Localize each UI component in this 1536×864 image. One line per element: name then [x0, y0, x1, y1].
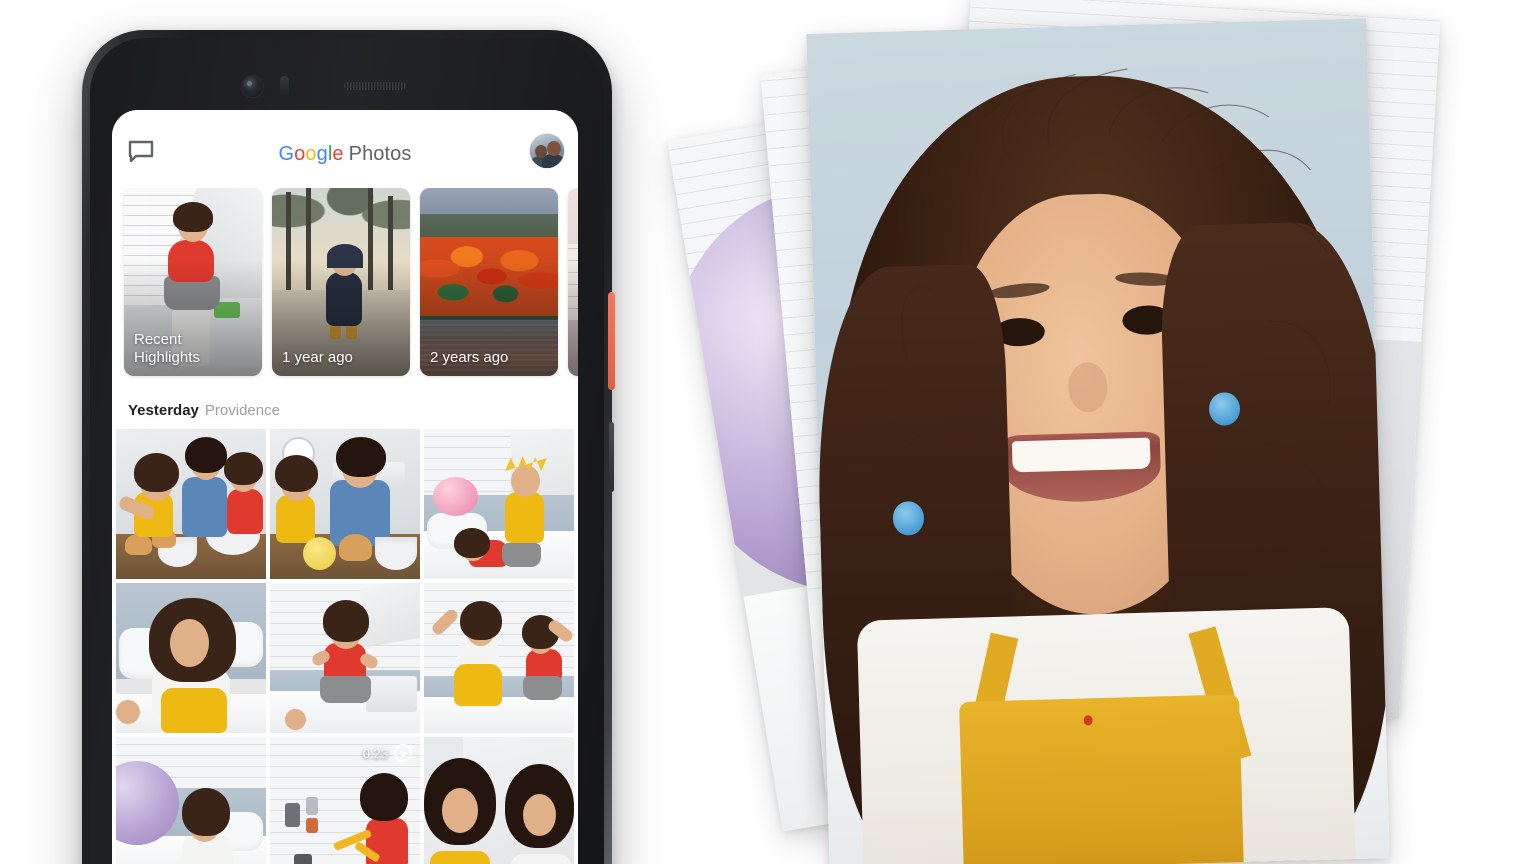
photo-thumbnail [424, 583, 574, 733]
photo-grid-item-two-girls-jumping[interactable] [424, 583, 574, 733]
earpiece-speaker-icon [344, 82, 406, 90]
phone-screen: Google Photos Recent Highlights 1 year a… [112, 110, 578, 864]
hair-clip-icon [892, 501, 925, 536]
logo-letter-g2: g [316, 143, 328, 165]
memory-card-2-years-ago[interactable]: 2 years ago [420, 188, 558, 376]
volume-button[interactable] [609, 422, 614, 492]
avatar-person-a-head [535, 145, 547, 158]
memory-card-label: Recent Highlights [134, 331, 254, 368]
photo-grid-item-kids-baking[interactable] [116, 429, 266, 579]
photo-grid-item-boy-muffin[interactable] [270, 429, 420, 579]
photo-grid-item-girl-smiling-bed[interactable] [116, 583, 266, 733]
avatar[interactable] [530, 134, 564, 168]
video-duration-badge: 0:23 [363, 744, 412, 762]
logo-letter-o1: o [294, 143, 306, 165]
video-grid-item-girl-craft[interactable]: 0:23 [270, 737, 420, 864]
memory-card-3-years-ago[interactable]: 3 [568, 188, 578, 376]
avatar-person-b-head [547, 141, 561, 156]
printed-photo-stack [667, 0, 1536, 864]
logo-word-photos: Photos [348, 143, 412, 165]
photo-thumbnail [116, 737, 266, 864]
photo-thumbnail [270, 429, 420, 579]
photo-grid-item-girl-purple-balloon[interactable] [116, 737, 266, 864]
memories-carousel[interactable]: Recent Highlights 1 year ago 2 years ago [112, 188, 578, 388]
video-duration-label: 0:23 [362, 745, 388, 761]
section-day-label: Yesterday [128, 402, 199, 419]
photo-grid-item-two-girls-close[interactable] [424, 737, 574, 864]
photo-grid: 0:23 [112, 429, 578, 864]
phone-device: Google Photos Recent Highlights 1 year a… [82, 30, 615, 864]
printed-photo-girl-portrait-main [806, 18, 1390, 864]
memory-card-1-year-ago[interactable]: 1 year ago [272, 188, 410, 376]
memory-card-scrim [568, 259, 578, 376]
portrait-image [806, 18, 1390, 864]
memory-card-recent-highlights[interactable]: Recent Highlights [124, 188, 262, 376]
front-camera-icon [242, 76, 263, 97]
photo-thumbnail [424, 737, 574, 864]
memory-card-label: 2 years ago [430, 349, 509, 367]
logo-letter-g1: G [278, 143, 295, 165]
page-title: Google Photos [112, 143, 578, 166]
photo-thumbnail [116, 583, 266, 733]
logo-letter-o2: o [305, 143, 317, 165]
memory-card-label: 1 year ago [282, 349, 353, 367]
photo-thumbnail [116, 429, 266, 579]
app-bar: Google Photos [112, 110, 578, 188]
screenshot-root: Google Photos Recent Highlights 1 year a… [0, 0, 1536, 864]
photo-grid-item-girl-red-jumping[interactable] [270, 583, 420, 733]
section-header: Yesterday Providence [112, 388, 578, 429]
photo-thumbnail [424, 429, 574, 579]
avatar-person-b-body [542, 154, 564, 168]
photo-thumbnail [270, 583, 420, 733]
play-circle-icon [394, 744, 412, 762]
photo-grid-item-girl-crown-balloon[interactable] [424, 429, 574, 579]
memories-row: Recent Highlights 1 year ago 2 years ago [124, 188, 578, 376]
power-button[interactable] [608, 292, 615, 390]
section-place-label: Providence [204, 402, 280, 419]
memory-card-label-line1: Recent [134, 330, 182, 348]
memory-card-label-line2: Highlights [134, 349, 200, 367]
logo-letter-e: e [332, 143, 344, 165]
proximity-sensor-icon [280, 76, 289, 97]
